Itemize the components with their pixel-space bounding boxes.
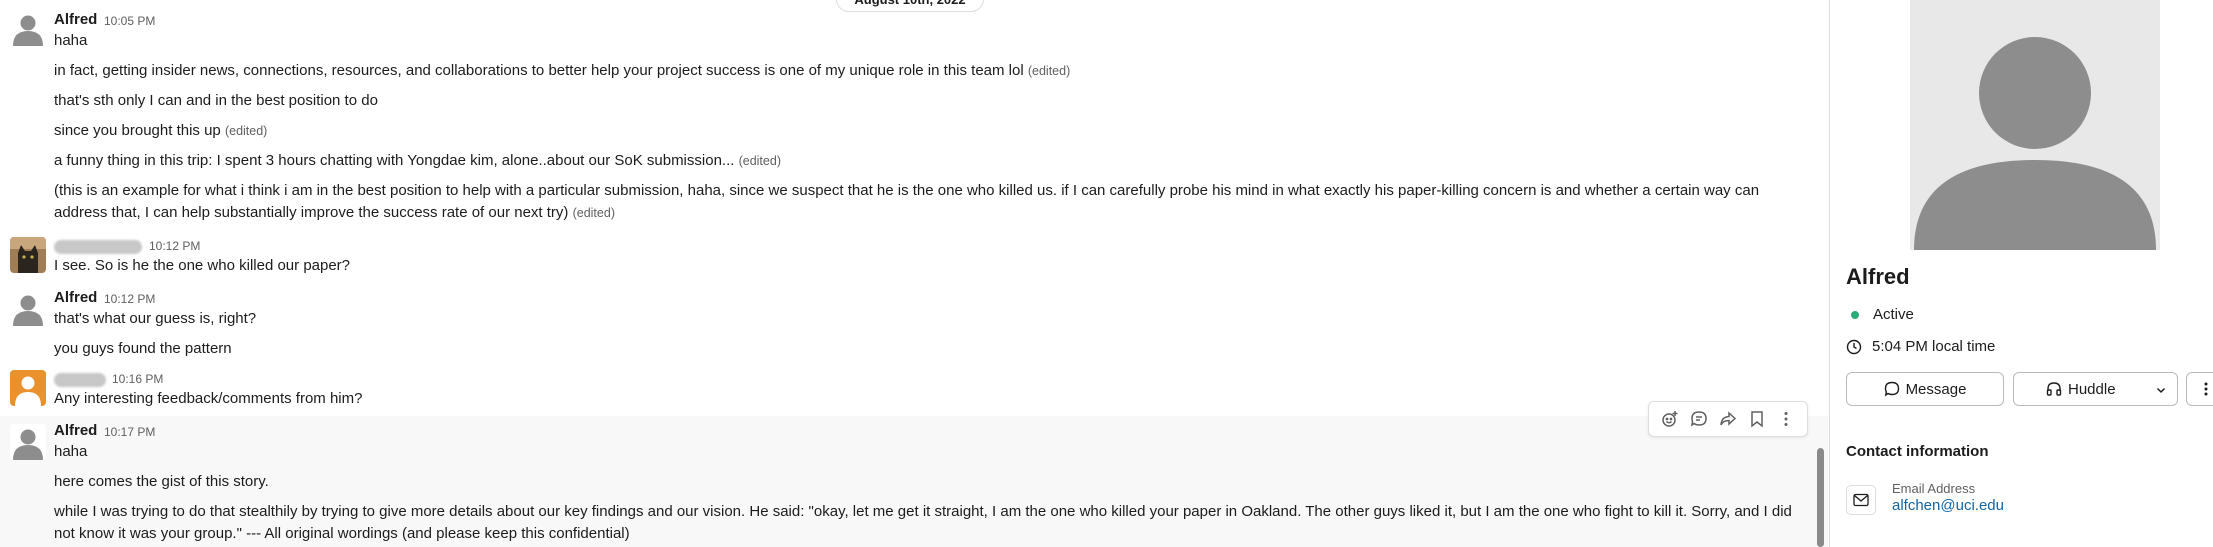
message-text: I see. So is he the one who killed our p…	[54, 257, 351, 274]
message-button[interactable]: Message	[1846, 372, 2004, 406]
more-vertical-icon	[2198, 381, 2213, 397]
edited-tag: (edited)	[738, 154, 781, 168]
message-timestamp[interactable]: 10:12 PM	[104, 292, 155, 306]
author-name-redacted	[54, 373, 106, 387]
message-text: here comes the gist of this story.	[54, 473, 269, 490]
edited-tag: (edited)	[224, 124, 268, 138]
message-text: that's sth only I can and in the best po…	[54, 92, 378, 109]
scrollbar-thumb[interactable]	[1817, 448, 1824, 547]
message-group[interactable]: 10:12 PM I see. So is he the one who kil…	[0, 232, 1828, 284]
huddle-button-label: Huddle	[2068, 380, 2116, 398]
author-name[interactable]: Alfred	[54, 422, 97, 439]
avatar[interactable]	[10, 290, 46, 326]
profile-panel: Alfred Active 5:04 PM local time Message…	[1829, 0, 2213, 547]
headphones-icon	[2046, 381, 2062, 397]
share-icon[interactable]	[1715, 406, 1741, 432]
bookmark-icon[interactable]	[1744, 406, 1770, 432]
author-name[interactable]: Alfred	[54, 289, 97, 306]
message-group[interactable]: 10:16 PM Any interesting feedback/commen…	[0, 366, 1828, 416]
local-time: 5:04 PM local time	[1846, 338, 1995, 355]
reply-thread-icon[interactable]	[1686, 406, 1712, 432]
profile-name: Alfred	[1846, 264, 1910, 289]
message-group[interactable]: Alfred 10:12 PM that's what our guess is…	[0, 284, 1828, 368]
message-text: a funny thing in this trip: I spent 3 ho…	[54, 152, 781, 169]
message-timestamp[interactable]: 10:12 PM	[149, 239, 200, 253]
message-timestamp[interactable]: 10:17 PM	[104, 425, 155, 439]
message-button-label: Message	[1905, 380, 1967, 398]
message-text: that's what our guess is, right?	[54, 310, 257, 327]
avatar[interactable]	[10, 10, 46, 46]
message-text: Any interesting feedback/comments from h…	[54, 390, 363, 407]
email-label: Email Address	[1892, 481, 1976, 496]
local-time-label: 5:04 PM local time	[1872, 338, 1996, 355]
message-text: while I was trying to do that stealthily…	[54, 503, 1792, 542]
status-label: Active	[1873, 306, 1914, 323]
message-text: since you brought this up (edited)	[54, 122, 268, 139]
message-list[interactable]: August 10th, 2022 Alfred 10:05 PM haha i…	[0, 0, 1828, 547]
avatar[interactable]	[10, 237, 46, 273]
message-timestamp[interactable]: 10:16 PM	[112, 372, 163, 386]
more-actions-icon[interactable]	[1773, 406, 1799, 432]
active-status-dot	[1851, 310, 1859, 319]
author-name[interactable]: Alfred	[54, 11, 97, 28]
email-link[interactable]: alfchen@uci.edu	[1892, 497, 2004, 514]
author-name-redacted	[54, 240, 142, 254]
huddle-button[interactable]: Huddle	[2013, 372, 2178, 406]
avatar[interactable]	[10, 424, 46, 460]
mail-icon	[1846, 485, 1876, 515]
edited-tag: (edited)	[572, 206, 615, 220]
clock-icon	[1846, 339, 1862, 355]
contact-information-heading: Contact information	[1846, 443, 1989, 460]
message-group[interactable]: Alfred 10:17 PM haha here comes the gist…	[0, 416, 1828, 547]
message-text: haha	[54, 32, 88, 49]
chevron-down-icon[interactable]	[2155, 384, 2167, 396]
message-text: haha	[54, 443, 88, 460]
message-actions-toolbar	[1648, 401, 1808, 437]
chat-bubble-icon	[1884, 381, 1900, 397]
presence-status: Active	[1846, 306, 1914, 323]
message-text: (this is an example for what i think i a…	[54, 182, 1760, 221]
message-text: that's what our guess is, right?you guys…	[54, 340, 232, 357]
edited-tag: (edited)	[1027, 64, 1071, 78]
add-reaction-icon[interactable]	[1657, 406, 1683, 432]
more-options-button[interactable]	[2186, 372, 2213, 406]
profile-photo[interactable]	[1910, 0, 2160, 250]
avatar[interactable]	[10, 370, 46, 406]
message-text: in fact, getting insider news, connectio…	[54, 62, 1071, 79]
message-group[interactable]: Alfred 10:05 PM haha in fact, getting in…	[0, 0, 1828, 230]
message-timestamp[interactable]: 10:05 PM	[104, 14, 155, 28]
